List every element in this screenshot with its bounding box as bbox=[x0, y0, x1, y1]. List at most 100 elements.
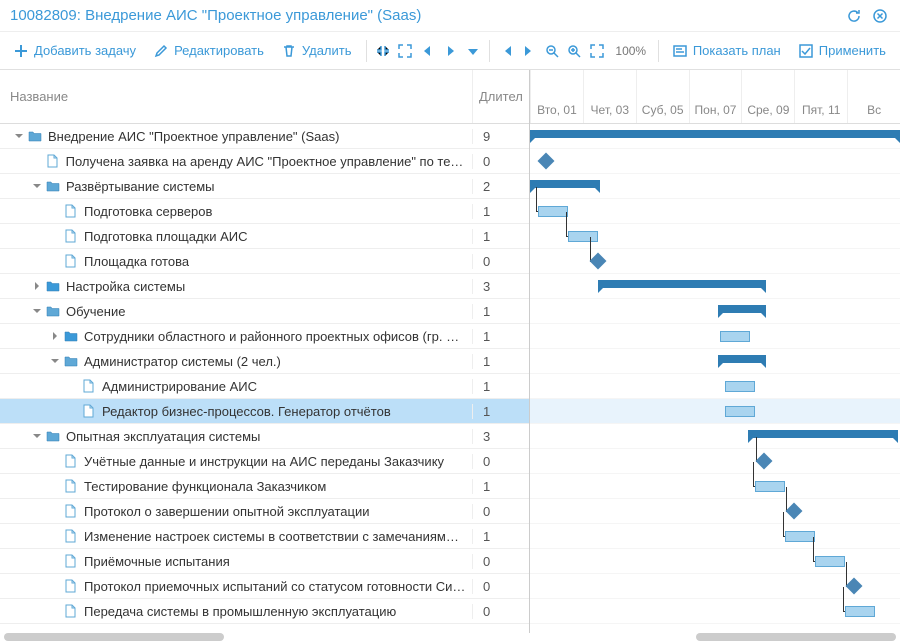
task-row[interactable]: Администрирование АИС1 bbox=[0, 374, 529, 399]
gantt-row[interactable] bbox=[530, 299, 900, 324]
summary-bar[interactable] bbox=[748, 430, 898, 438]
gantt-row[interactable] bbox=[530, 524, 900, 549]
gantt-row[interactable] bbox=[530, 324, 900, 349]
gantt-row[interactable] bbox=[530, 549, 900, 574]
gantt-row[interactable] bbox=[530, 474, 900, 499]
arrow-right-icon[interactable] bbox=[440, 37, 461, 65]
gantt-row[interactable] bbox=[530, 399, 900, 424]
close-icon[interactable] bbox=[870, 6, 890, 26]
task-row[interactable]: Подготовка площадки АИС1 bbox=[0, 224, 529, 249]
gantt-row[interactable] bbox=[530, 574, 900, 599]
expand-toggle[interactable] bbox=[30, 279, 44, 293]
expand-icon[interactable] bbox=[395, 37, 416, 65]
task-bar[interactable] bbox=[725, 381, 755, 392]
gantt-row[interactable] bbox=[530, 449, 900, 474]
edit-button[interactable]: Редактировать bbox=[146, 37, 272, 65]
task-name: Настройка системы bbox=[66, 279, 185, 294]
arrow-down-icon[interactable] bbox=[463, 37, 484, 65]
task-bar[interactable] bbox=[568, 231, 598, 242]
scroll-thumb-right[interactable] bbox=[696, 633, 896, 641]
task-row[interactable]: Протокол приемочных испытаний со статусо… bbox=[0, 574, 529, 599]
add-task-button[interactable]: Добавить задачу bbox=[6, 37, 144, 65]
milestone-marker[interactable] bbox=[756, 453, 773, 470]
task-row[interactable]: Обучение1 bbox=[0, 299, 529, 324]
collapse-toggle[interactable] bbox=[30, 429, 44, 443]
task-duration: 1 bbox=[473, 229, 529, 244]
task-row[interactable]: Изменение настроек системы в соответстви… bbox=[0, 524, 529, 549]
task-row[interactable]: Протокол о завершении опытной эксплуатац… bbox=[0, 499, 529, 524]
summary-bar[interactable] bbox=[530, 130, 900, 138]
zoom-in-icon[interactable] bbox=[564, 37, 585, 65]
summary-bar[interactable] bbox=[598, 280, 766, 288]
collapse-icon[interactable] bbox=[372, 37, 393, 65]
task-row[interactable]: Площадка готова0 bbox=[0, 249, 529, 274]
delete-button[interactable]: Удалить bbox=[274, 37, 360, 65]
task-duration: 0 bbox=[473, 154, 529, 169]
task-row[interactable]: Подготовка серверов1 bbox=[0, 199, 529, 224]
task-row[interactable]: Получена заявка на аренду АИС "Проектное… bbox=[0, 149, 529, 174]
gantt-panel: Вто, 01Чет, 03Суб, 05Пон, 07Сре, 09Пят, … bbox=[530, 70, 900, 633]
expand-toggle[interactable] bbox=[48, 329, 62, 343]
milestone-marker[interactable] bbox=[846, 578, 863, 595]
task-bar[interactable] bbox=[845, 606, 875, 617]
task-row[interactable]: Настройка системы3 bbox=[0, 274, 529, 299]
collapse-toggle[interactable] bbox=[48, 354, 62, 368]
gantt-row[interactable] bbox=[530, 349, 900, 374]
task-row[interactable]: Редактор бизнес-процессов. Генератор отч… bbox=[0, 399, 529, 424]
gantt-row[interactable] bbox=[530, 599, 900, 624]
goto-start-icon[interactable] bbox=[496, 37, 517, 65]
collapse-toggle[interactable] bbox=[30, 304, 44, 318]
apply-button[interactable]: Применить bbox=[791, 37, 894, 65]
gantt-row[interactable] bbox=[530, 124, 900, 149]
task-bar[interactable] bbox=[755, 481, 785, 492]
milestone-marker[interactable] bbox=[786, 503, 803, 520]
col-name[interactable]: Название bbox=[0, 70, 473, 123]
show-plan-button[interactable]: Показать план bbox=[665, 37, 789, 65]
gantt-row[interactable] bbox=[530, 174, 900, 199]
gantt-row[interactable] bbox=[530, 199, 900, 224]
milestone-marker[interactable] bbox=[538, 153, 555, 170]
goto-end-icon[interactable] bbox=[519, 37, 540, 65]
task-bar[interactable] bbox=[538, 206, 568, 217]
task-row[interactable]: Сотрудники областного и районного проект… bbox=[0, 324, 529, 349]
zoom-fit-icon[interactable] bbox=[587, 37, 608, 65]
task-row[interactable]: Внедрение АИС "Проектное управление" (Sa… bbox=[0, 124, 529, 149]
summary-bar[interactable] bbox=[718, 355, 766, 363]
task-row[interactable]: Тестирование функционала Заказчиком1 bbox=[0, 474, 529, 499]
task-row[interactable]: Опытная эксплуатация системы3 bbox=[0, 424, 529, 449]
milestone-marker[interactable] bbox=[590, 253, 607, 270]
collapse-toggle[interactable] bbox=[30, 179, 44, 193]
task-row[interactable]: Учётные данные и инструкции на АИС перед… bbox=[0, 449, 529, 474]
task-duration: 0 bbox=[473, 254, 529, 269]
file-icon bbox=[82, 379, 96, 393]
gantt-row[interactable] bbox=[530, 424, 900, 449]
gantt-row[interactable] bbox=[530, 224, 900, 249]
task-bar[interactable] bbox=[815, 556, 845, 567]
col-duration[interactable]: Длител bbox=[473, 70, 529, 123]
refresh-icon[interactable] bbox=[844, 6, 864, 26]
gantt-row[interactable] bbox=[530, 274, 900, 299]
zoom-out-icon[interactable] bbox=[541, 37, 562, 65]
collapse-toggle[interactable] bbox=[12, 129, 26, 143]
summary-bar[interactable] bbox=[718, 305, 766, 313]
task-tree[interactable]: Внедрение АИС "Проектное управление" (Sa… bbox=[0, 124, 529, 633]
summary-bar[interactable] bbox=[530, 180, 600, 188]
scroll-thumb-left[interactable] bbox=[4, 633, 224, 641]
task-bar[interactable] bbox=[785, 531, 815, 542]
task-bar[interactable] bbox=[725, 406, 755, 417]
task-bar[interactable] bbox=[720, 331, 750, 342]
task-row[interactable]: Развёртывание системы2 bbox=[0, 174, 529, 199]
gantt-row[interactable] bbox=[530, 249, 900, 274]
gantt-row[interactable] bbox=[530, 374, 900, 399]
task-row[interactable]: Передача системы в промышленную эксплуат… bbox=[0, 599, 529, 624]
gantt-row[interactable] bbox=[530, 149, 900, 174]
task-row[interactable]: Администратор системы (2 чел.)1 bbox=[0, 349, 529, 374]
task-name: Учётные данные и инструкции на АИС перед… bbox=[84, 454, 444, 469]
show-plan-label: Показать план bbox=[693, 43, 781, 58]
task-row[interactable]: Приёмочные испытания0 bbox=[0, 549, 529, 574]
arrow-left-icon[interactable] bbox=[418, 37, 439, 65]
task-name: Протокол приемочных испытаний со статусо… bbox=[84, 579, 465, 594]
gantt-row[interactable] bbox=[530, 499, 900, 524]
gantt-chart[interactable] bbox=[530, 124, 900, 624]
timeline-day: Вто, 01 bbox=[530, 70, 583, 123]
